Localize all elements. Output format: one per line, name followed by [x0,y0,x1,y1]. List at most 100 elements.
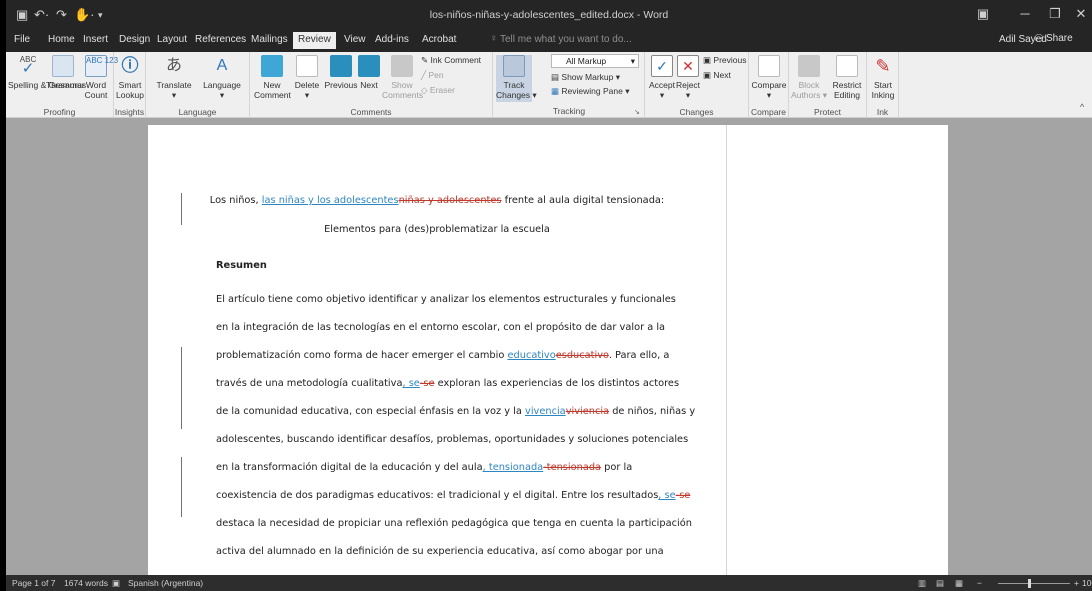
paragraph-line: El artículo tiene como objetivo identifi… [216,294,676,305]
smart-lookup-button[interactable]: ⓘ Smart Lookup [116,55,144,100]
web-layout-icon[interactable]: ▦ [955,578,963,589]
tab-mailings[interactable]: Mailings [251,34,288,45]
group-compare: Compare ▾ Compare [749,52,789,118]
document-area: Los niños, las niñas y los adolescentesn… [6,118,1092,575]
deleted-text[interactable]: niñas y adolescentes [399,195,502,206]
deleted-text[interactable]: viviencia [566,406,609,417]
share-icon[interactable]: ⚇ [1034,32,1044,45]
insights-label: Insights [114,107,145,117]
read-mode-icon[interactable]: ▥ [918,578,926,589]
tell-me-search[interactable]: Tell me what you want to do... [500,34,632,45]
previous-comment-button[interactable]: Previous [322,55,360,90]
tab-add-ins[interactable]: Add-ins [375,34,409,45]
language-button[interactable]: A Language ▾ [198,55,246,100]
inserted-text[interactable]: , tensionada [483,462,544,473]
tracking-label: Tracking [552,106,586,116]
track-changes-button[interactable]: Track Changes ▾ [496,55,537,102]
spelling-grammar-button[interactable]: ABC ✓ Spelling & Grammar [8,55,85,90]
print-layout-icon[interactable]: ▤ [936,578,944,589]
block-authors-button[interactable]: Block Authors ▾ [791,55,827,100]
next-comment-button[interactable]: Next [356,55,382,90]
tab-design[interactable]: Design [119,34,150,45]
new-comment-button[interactable]: New Comment [254,55,291,100]
share-button[interactable]: Share [1046,33,1073,44]
proofing-status-icon[interactable]: ▣ [112,578,120,589]
info-icon: ⓘ [121,56,139,75]
translate-button[interactable]: あ Translate ▾ [150,55,198,100]
language-icon: A [216,57,228,74]
thesaurus-button[interactable]: Thesaurus [46,55,86,90]
group-language: あ Translate ▾ A Language ▾ Language [146,52,250,118]
delete-comment-button[interactable]: Delete ▾ [290,55,324,100]
ink-comment-button[interactable]: ✎ Ink Comment [421,55,481,66]
collapse-ribbon-icon[interactable]: ^ [1080,102,1084,112]
previous-change-icon: ▣ [703,55,712,65]
ribbon-display-options-icon[interactable]: ▣ [968,6,998,22]
tab-acrobat[interactable]: Acrobat [422,34,456,45]
inserted-text[interactable]: , se [402,378,419,389]
change-bar [181,347,182,429]
group-insights: ⓘ Smart Lookup Insights [114,52,146,118]
dialog-launcher-icon[interactable]: ↘ [634,108,640,116]
inserted-text[interactable]: las niñas y los adolescentes [262,195,399,206]
start-inking-icon: ✎ [875,56,891,76]
document-title: los-niños-niñas-y-adolescentes_edited.do… [429,9,669,21]
reject-button[interactable]: ✕ Reject ▾ [675,55,701,100]
spelling-check-icon: ABC ✓ [19,55,37,77]
start-inking-button[interactable]: ✎ Start Inking [869,55,897,100]
pen-button[interactable]: ╱ Pen [421,70,444,81]
deleted-text[interactable]: esducativo [556,350,609,361]
ink-label: Ink [876,107,889,117]
document-page[interactable]: Los niños, las niñas y los adolescentesn… [148,125,726,575]
compare-button[interactable]: Compare ▾ [751,55,787,100]
zoom-slider[interactable] [998,583,1070,584]
accept-button[interactable]: ✓ Accept ▾ [647,55,677,100]
zoom-slider-thumb[interactable] [1028,579,1031,588]
paragraph-line: activa del alumnado en la definición de … [216,546,664,557]
word-count[interactable]: 1674 words [64,578,108,588]
zoom-in-icon[interactable]: + [1074,578,1079,588]
tab-home[interactable]: Home [48,34,75,45]
tab-layout[interactable]: Layout [157,34,187,45]
tab-insert[interactable]: Insert [83,34,108,45]
change-bar [181,457,182,517]
title-bar: ▣ ↶· ↷ ✋· ▾ los-niños-niñas-y-adolescent… [6,0,1092,30]
tab-references[interactable]: References [195,34,246,45]
show-comments-button[interactable]: Show Comments [382,55,423,100]
thesaurus-icon [52,55,74,77]
show-markup-icon: ▤ [551,72,560,82]
deleted-text[interactable]: -tensionada [543,462,601,473]
zoom-out-icon[interactable]: − [977,578,982,588]
inserted-text[interactable]: , se [658,490,675,501]
reviewing-pane-icon: ▦ [551,86,560,96]
word-count-button[interactable]: ABC 123 Word Count [82,55,118,100]
restrict-editing-icon [836,55,858,77]
inserted-text[interactable]: educativo [507,350,555,361]
show-markup-button[interactable]: ▤ Show Markup ▾ [551,72,620,83]
markup-dropdown[interactable]: All Markup ▾ [551,54,639,68]
reviewing-pane-button[interactable]: ▦ Reviewing Pane ▾ [551,86,629,97]
ribbon-tabs: File Home Insert Design Layout Reference… [6,30,1092,52]
section-heading: Resumen [216,260,267,271]
inserted-text[interactable]: vivencia [525,406,566,417]
minimize-icon[interactable]: ─ [1010,6,1040,21]
document-title-line-2: Elementos para (des)problematizar la esc… [324,224,550,235]
eraser-button[interactable]: ◇ Eraser [421,85,455,96]
tab-review[interactable]: Review [293,32,336,49]
deleted-text[interactable]: -se [676,490,691,501]
next-change-button[interactable]: ▣ Next [703,70,731,81]
page-count[interactable]: Page 1 of 7 [12,578,55,588]
block-authors-icon [798,55,820,77]
zoom-level[interactable]: 100% [1082,578,1092,588]
delete-comment-icon [296,55,318,77]
tab-file[interactable]: File [14,34,30,45]
previous-change-button[interactable]: ▣ Previous [703,55,746,66]
deleted-text[interactable]: -se [420,378,435,389]
paragraph-line: problematización como forma de hacer eme… [216,350,670,361]
language-status[interactable]: Spanish (Argentina) [128,578,203,588]
tab-view[interactable]: View [344,34,366,45]
close-icon[interactable]: ✕ [1066,6,1092,22]
language-label: Language [178,107,217,117]
restrict-editing-button[interactable]: Restrict Editing [829,55,865,100]
group-changes: ✓ Accept ▾ ✕ Reject ▾ ▣ Previous ▣ Next Ch… [645,52,749,118]
